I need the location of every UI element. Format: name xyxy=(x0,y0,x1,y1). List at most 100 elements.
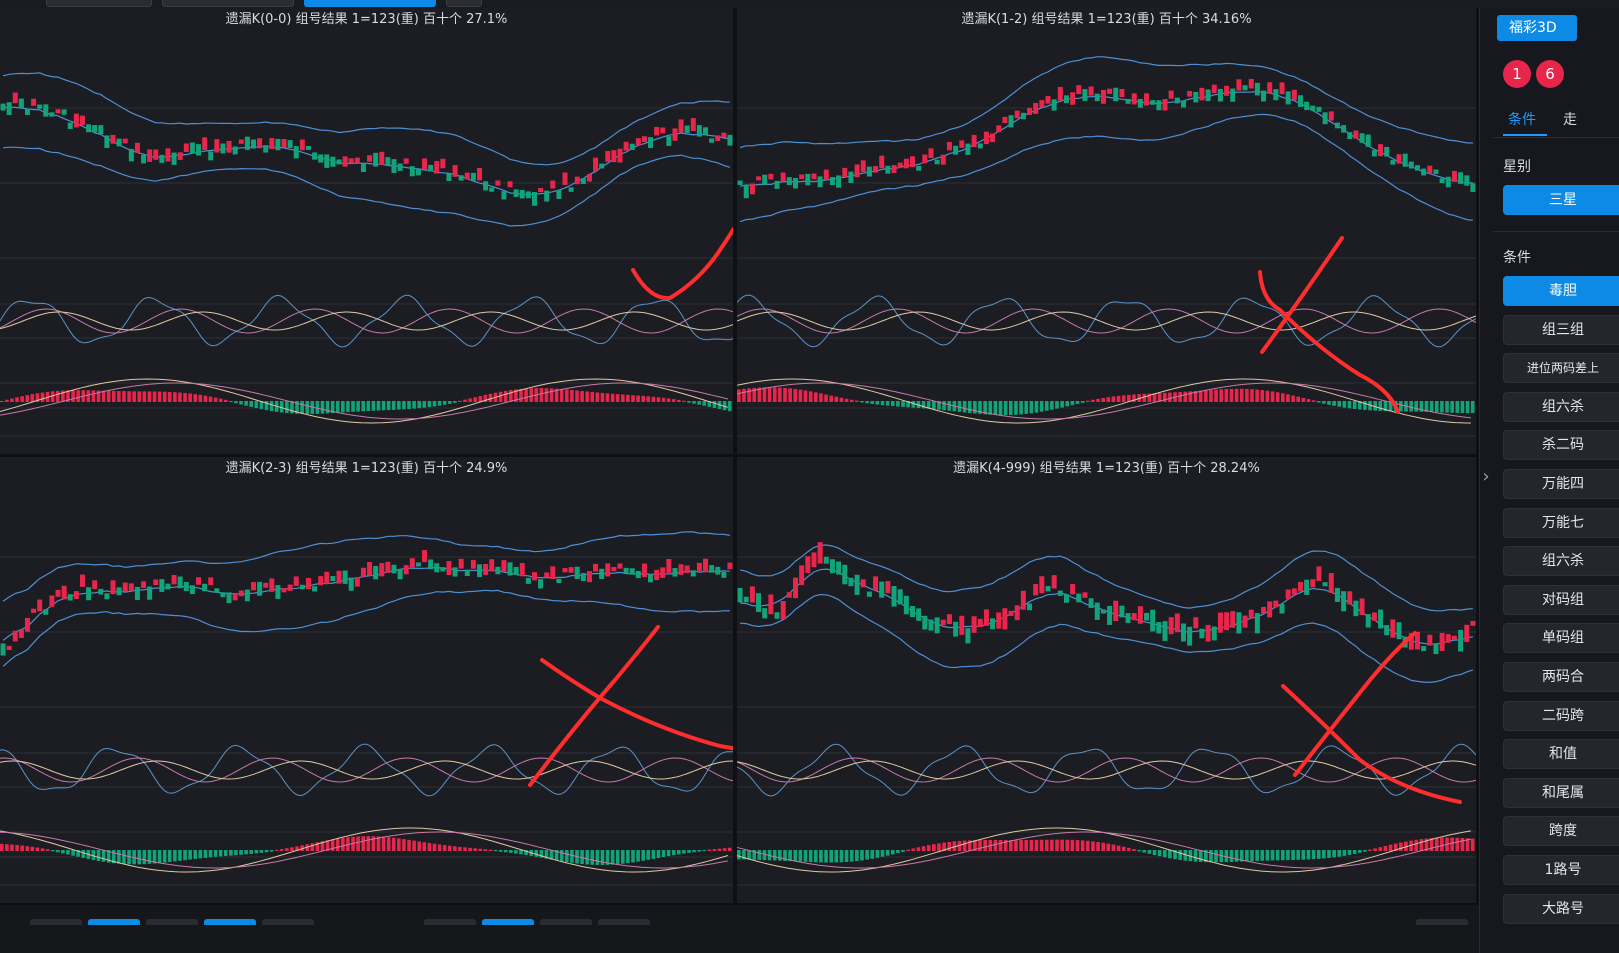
candle xyxy=(24,108,30,115)
condition-button[interactable]: 和值 xyxy=(1503,739,1619,770)
macd-bar xyxy=(1116,845,1121,851)
macd-bar xyxy=(1091,841,1095,851)
macd-bar xyxy=(1101,842,1105,851)
condition-button[interactable]: 万能四 xyxy=(1503,469,1619,499)
candle xyxy=(1205,89,1211,102)
candle xyxy=(1433,169,1439,175)
bottom-tab-active[interactable] xyxy=(88,919,140,925)
candle xyxy=(159,579,165,592)
macd-bar xyxy=(1383,845,1388,851)
candle xyxy=(208,151,214,161)
condition-button[interactable]: 对码组 xyxy=(1503,584,1619,615)
macd-bar xyxy=(203,850,208,858)
condition-button[interactable]: 进位两码差上 xyxy=(1503,353,1619,384)
macd-bar xyxy=(865,850,869,860)
bottom-tab-active[interactable] xyxy=(204,919,256,925)
top-tab-more[interactable] xyxy=(446,0,482,7)
macd-bar xyxy=(1378,401,1383,411)
top-tab-1[interactable] xyxy=(46,0,152,7)
macd-bar xyxy=(122,391,126,402)
candle xyxy=(18,629,24,638)
macd-bar xyxy=(942,401,946,411)
candle xyxy=(715,566,721,575)
macd-bar xyxy=(819,850,823,863)
macd-bar xyxy=(829,395,834,402)
candle xyxy=(1174,97,1180,104)
candle xyxy=(971,134,977,148)
condition-button[interactable]: 毒胆 xyxy=(1503,276,1619,306)
candle xyxy=(79,574,85,587)
condition-button[interactable]: 两码合 xyxy=(1503,662,1619,692)
candle xyxy=(238,590,244,597)
macd-bar xyxy=(932,401,936,410)
macd-bar xyxy=(447,845,452,851)
condition-button[interactable]: 组三组 xyxy=(1503,314,1619,345)
bollinger-band xyxy=(2,566,730,641)
candle xyxy=(330,156,336,167)
lottery-type-tag[interactable]: 福彩3D xyxy=(1497,15,1577,41)
macd-bar xyxy=(1363,850,1367,852)
condition-button[interactable]: 组六杀 xyxy=(1503,546,1619,577)
macd-bar xyxy=(437,401,442,406)
condition-button[interactable]: 和尾属 xyxy=(1503,777,1619,808)
panel-chart xyxy=(737,56,1476,437)
condition-button[interactable]: 跨度 xyxy=(1503,816,1619,847)
candle xyxy=(928,148,934,158)
bottom-tab-active[interactable] xyxy=(482,919,534,925)
condition-button[interactable]: 杀二码 xyxy=(1503,430,1619,461)
candle xyxy=(79,115,85,126)
candle xyxy=(122,582,128,592)
candle xyxy=(330,576,336,582)
condition-button[interactable]: 单码组 xyxy=(1503,623,1619,654)
macd-bar xyxy=(636,850,640,862)
macd-bar xyxy=(824,394,828,402)
macd-bar xyxy=(1306,399,1311,402)
candle xyxy=(586,571,592,583)
candle xyxy=(580,178,586,184)
macd-bar xyxy=(978,840,982,851)
top-tab-active[interactable] xyxy=(304,0,436,7)
macd-bar xyxy=(860,850,864,861)
candle xyxy=(305,577,311,590)
candle xyxy=(483,563,489,575)
candle xyxy=(672,568,678,577)
candle xyxy=(623,141,629,151)
macd-bar xyxy=(1337,850,1342,857)
macd-bar xyxy=(615,850,620,865)
macd-bar xyxy=(937,843,941,851)
collapse-chevron-icon[interactable]: › xyxy=(1479,462,1493,490)
candle xyxy=(848,577,854,587)
star-three-button[interactable]: 三星 xyxy=(1503,185,1619,215)
candle xyxy=(1162,621,1168,641)
bottom-tab[interactable] xyxy=(262,919,314,925)
tab-conditions[interactable]: 条件 xyxy=(1508,103,1536,137)
macd-bar xyxy=(712,401,717,408)
candle xyxy=(1174,613,1180,633)
candle xyxy=(922,615,928,630)
candle xyxy=(18,98,24,109)
bottom-tab[interactable] xyxy=(540,919,592,925)
top-tab-2[interactable] xyxy=(162,0,294,7)
candle xyxy=(1100,89,1106,104)
tab-trend[interactable]: 走 xyxy=(1563,103,1577,137)
condition-button[interactable]: 组六杀 xyxy=(1503,391,1619,422)
candle xyxy=(373,566,379,580)
bottom-tab[interactable] xyxy=(1416,919,1468,925)
bottom-tab[interactable] xyxy=(598,919,650,925)
condition-button[interactable]: 万能七 xyxy=(1503,507,1619,538)
macd-bar xyxy=(885,850,890,856)
condition-button[interactable]: 1路号 xyxy=(1503,855,1619,885)
candle xyxy=(1297,95,1303,107)
bottom-tab[interactable] xyxy=(146,919,198,925)
candle xyxy=(1113,600,1119,622)
candle xyxy=(287,584,293,591)
macd-bar xyxy=(91,390,96,402)
bottom-tab[interactable] xyxy=(424,919,476,925)
macd-bar xyxy=(534,850,539,857)
candle xyxy=(1458,172,1464,184)
macd-bar xyxy=(1193,850,1198,862)
candle xyxy=(866,591,872,597)
bottom-tab[interactable] xyxy=(30,919,82,925)
condition-button[interactable]: 大路号 xyxy=(1503,893,1619,924)
condition-button[interactable]: 二码跨 xyxy=(1503,700,1619,731)
